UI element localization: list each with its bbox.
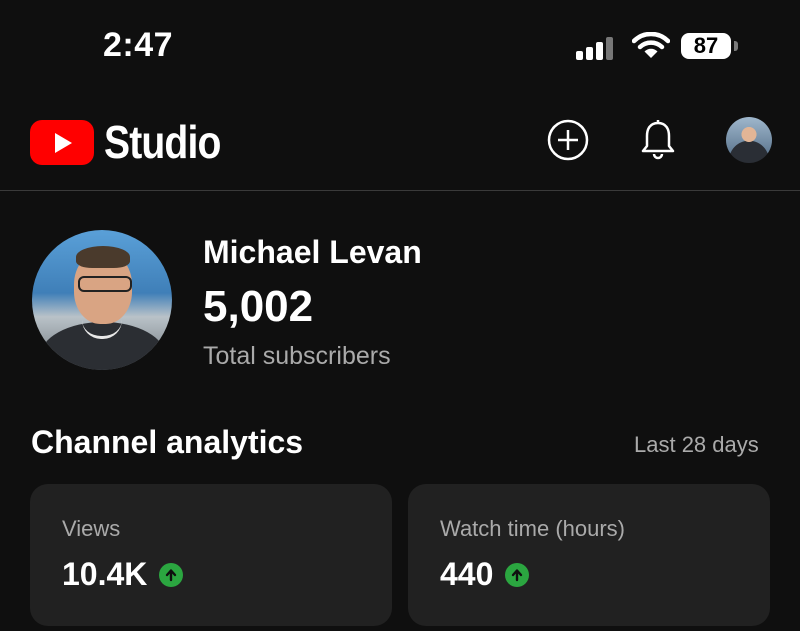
card-value: 440 [440,556,494,592]
account-avatar[interactable] [726,117,772,163]
card-label: Watch time (hours) [440,516,626,541]
period-label: Last 28 days [634,432,759,457]
create-icon [547,119,589,161]
arrow-up-icon [159,562,184,587]
header-divider [0,190,800,191]
card-value: 10.4K [62,556,148,592]
watch-time-card[interactable]: Watch time (hours) 440 [408,484,770,626]
arrow-up-icon [505,562,530,587]
status-time: 2:47 [103,26,174,64]
subscriber-count: 5,002 [203,282,314,331]
subscriber-label: Total subscribers [203,342,391,370]
section-title: Channel analytics [31,424,304,460]
youtube-logo-icon [30,119,94,165]
notifications-button[interactable] [636,118,680,162]
battery-level: 87 [693,33,719,58]
card-value-row: 440 [440,556,530,593]
card-label: Views [62,516,121,541]
studio-logo[interactable]: Studio [30,115,241,169]
channel-avatar[interactable] [32,230,172,370]
notifications-bell-icon [641,120,675,160]
channel-name: Michael Levan [203,234,422,270]
brand-name: Studio [104,116,221,168]
create-button[interactable] [546,118,590,162]
battery-tip [734,41,738,51]
cellular-signal-icon [576,36,618,60]
battery-icon: 87 [681,33,731,59]
card-value-row: 10.4K [62,556,184,593]
views-card[interactable]: Views 10.4K [30,484,392,626]
wifi-icon [632,32,670,58]
